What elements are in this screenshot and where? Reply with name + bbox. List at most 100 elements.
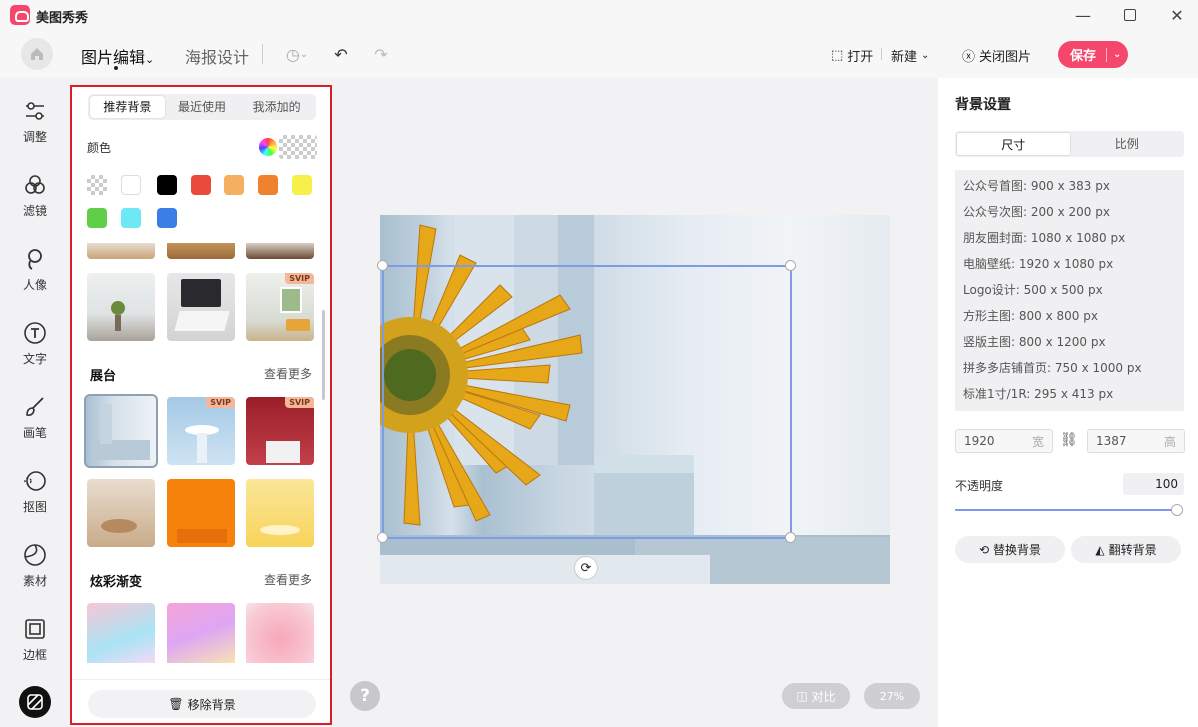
color-picker-icon[interactable] — [259, 138, 277, 156]
close-image-button[interactable]: ⓧ 关闭图片 — [962, 46, 1031, 65]
selection-box[interactable] — [382, 265, 792, 539]
maximize-button[interactable] — [1116, 3, 1144, 27]
opacity-slider-thumb[interactable] — [1171, 504, 1183, 516]
rail-item-portrait[interactable]: 人像 — [0, 246, 70, 293]
home-button[interactable] — [21, 38, 53, 70]
resize-handle[interactable] — [377, 532, 388, 543]
active-tab-indicator — [114, 66, 118, 70]
see-more-link[interactable]: 查看更多 — [264, 365, 312, 382]
panel-scrollbar[interactable] — [322, 310, 325, 400]
panel-divider — [72, 679, 330, 680]
compare-button[interactable]: ◫ 对比 — [782, 683, 850, 709]
bg-thumb[interactable]: SVIP — [167, 397, 235, 465]
remove-background-button[interactable]: 🗑 移除背景 — [88, 690, 316, 718]
bg-thumb[interactable] — [87, 243, 155, 259]
rail-item-sticker[interactable]: 素材 — [0, 542, 70, 589]
resize-handle[interactable] — [785, 260, 796, 271]
color-swatch-green[interactable] — [87, 208, 107, 228]
tab-image-edit[interactable]: 图片编辑⌄ — [81, 44, 154, 68]
see-more-link[interactable]: 查看更多 — [264, 571, 312, 588]
rail-item-frame[interactable]: 边框 — [0, 616, 70, 663]
bg-thumb[interactable] — [87, 273, 155, 341]
color-swatch-orange[interactable] — [258, 175, 278, 195]
bg-thumb[interactable]: SVIP — [246, 397, 314, 465]
size-preset[interactable]: 朋友圈封面: 1080 x 1080 px — [963, 228, 1176, 254]
size-preset[interactable]: 竖版主图: 800 x 1200 px — [963, 332, 1176, 358]
close-circle-icon: ⓧ — [962, 50, 976, 65]
tab-recent[interactable]: 最近使用 — [165, 96, 240, 118]
rail-item-brush[interactable]: 画笔 — [0, 394, 70, 441]
resize-handle[interactable] — [377, 260, 388, 271]
tab-my-added[interactable]: 我添加的 — [239, 96, 314, 118]
help-button[interactable]: ? — [350, 681, 380, 711]
rail-label: 文字 — [22, 352, 47, 366]
flip-background-button[interactable]: ◭ 翻转背景 — [1071, 536, 1181, 563]
panel-title: 背景设置 — [955, 97, 1011, 113]
bg-thumb-selected[interactable] — [84, 394, 158, 468]
size-preset[interactable]: 公众号首图: 900 x 383 px — [963, 176, 1176, 202]
opacity-input[interactable]: 100 — [1123, 473, 1184, 495]
home-icon — [31, 48, 43, 60]
bg-thumb[interactable] — [87, 479, 155, 547]
rotate-button[interactable]: ⟳ — [574, 556, 598, 580]
size-preset[interactable]: 电脑壁纸: 1920 x 1080 px — [963, 254, 1176, 280]
size-preset[interactable]: 方形主图: 800 x 800 px — [963, 306, 1176, 332]
tab-ratio[interactable]: 比例 — [1071, 132, 1184, 156]
app-logo-icon — [10, 5, 30, 25]
close-window-button[interactable]: ✕ — [1163, 3, 1191, 27]
bg-thumb[interactable] — [167, 243, 235, 259]
rail-item-background[interactable] — [19, 686, 51, 718]
rail-item-text[interactable]: 文字 — [0, 320, 70, 367]
redo-button[interactable]: ↷ — [370, 42, 392, 66]
size-preset[interactable]: 拼多多店铺首页: 750 x 1000 px — [963, 358, 1176, 384]
opacity-slider[interactable] — [955, 509, 1177, 511]
bg-thumb[interactable] — [167, 479, 235, 547]
undo-button[interactable]: ↶ — [330, 42, 352, 66]
color-swatch-yellow[interactable] — [292, 175, 312, 195]
color-swatch-light-orange[interactable] — [224, 175, 244, 195]
new-button[interactable]: 新建 ⌄ — [891, 46, 929, 65]
title-bar — [0, 0, 1198, 30]
size-preset[interactable]: 标准1寸/1R: 295 x 413 px — [963, 384, 1176, 410]
bg-thumb[interactable] — [246, 603, 314, 663]
bg-thumb[interactable] — [87, 603, 155, 663]
resize-handle[interactable] — [785, 532, 796, 543]
tab-size[interactable]: 尺寸 — [956, 132, 1071, 156]
color-swatch-red[interactable] — [191, 175, 211, 195]
rail-label: 抠图 — [22, 500, 47, 514]
flip-icon: ◭ — [1095, 542, 1105, 557]
tab-poster-design[interactable]: 海报设计 — [185, 44, 249, 68]
filter-icon — [22, 172, 48, 198]
zoom-level[interactable]: 27% — [864, 683, 920, 709]
svip-badge: SVIP — [285, 397, 314, 408]
color-swatch-transparent[interactable] — [87, 175, 107, 195]
tab-recommended[interactable]: 推荐背景 — [90, 96, 165, 118]
undo-icon: ↶ — [334, 44, 348, 64]
open-button[interactable]: ⬚ 打开 — [831, 46, 873, 65]
color-swatch-white[interactable] — [121, 175, 141, 195]
bg-thumb[interactable] — [246, 243, 314, 259]
redo-icon: ↷ — [374, 44, 388, 64]
color-swatch-black[interactable] — [157, 175, 177, 195]
color-swatch-blue[interactable] — [157, 208, 177, 228]
save-button[interactable]: 保存 ⌄ — [1058, 41, 1128, 68]
bg-thumb[interactable] — [167, 603, 235, 663]
width-input[interactable]: 1920 宽 — [955, 429, 1053, 453]
color-label: 颜色 — [87, 141, 112, 155]
bg-thumb[interactable] — [246, 479, 314, 547]
rail-item-cutout[interactable]: 抠图 — [0, 468, 70, 515]
minimize-button[interactable]: — — [1069, 3, 1097, 27]
bg-thumb[interactable]: SVIP — [246, 273, 314, 341]
history-button[interactable]: ◷ ⌄ — [280, 42, 314, 66]
transparent-preview[interactable] — [279, 135, 317, 159]
bg-thumb[interactable] — [167, 273, 235, 341]
color-swatch-cyan[interactable] — [121, 208, 141, 228]
replace-background-button[interactable]: ⟲ 替换背景 — [955, 536, 1065, 563]
height-input[interactable]: 1387 高 — [1087, 429, 1185, 453]
size-preset[interactable]: Logo设计: 500 x 500 px — [963, 280, 1176, 306]
rail-item-filter[interactable]: 滤镜 — [0, 172, 70, 219]
size-preset[interactable]: 公众号次图: 200 x 200 px — [963, 202, 1176, 228]
link-ratio-icon[interactable]: ⛓ — [1060, 432, 1078, 448]
rail-item-adjust[interactable]: 调整 — [0, 98, 70, 145]
rail-label: 边框 — [22, 648, 47, 662]
